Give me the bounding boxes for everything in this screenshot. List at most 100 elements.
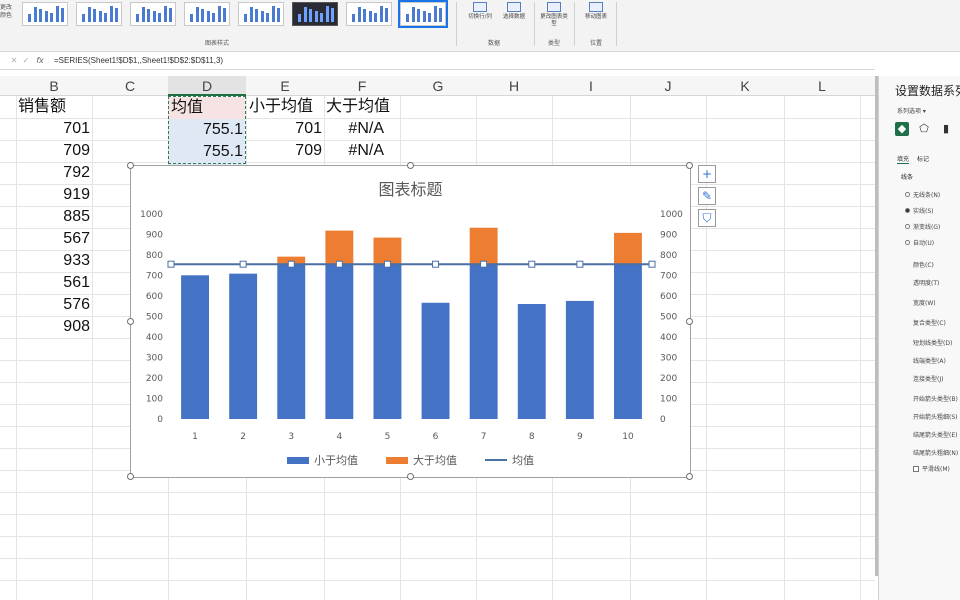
tab-marker[interactable]: 标记 [917,154,929,164]
select-data-button[interactable]: 选择数据 [500,2,528,21]
style-preview-bar [433,6,437,22]
filter-icon[interactable]: ⛉ [698,209,716,227]
cell-b4[interactable]: 792 [16,162,90,184]
series-options-icon[interactable]: ▮ [939,122,953,136]
cell-b11[interactable]: 908 [16,316,90,338]
formula-input[interactable]: =SERIES(Sheet1!$D$1,,Sheet1!$D$2:$D$11,3… [48,56,223,65]
style-preview-bar [158,13,161,22]
enter-icon[interactable]: ✓ [20,56,32,65]
begin-arrow-size-row[interactable]: 开始箭头粗细(S) [913,412,958,421]
style-preview-bar [163,6,167,22]
end-arrow-size-row[interactable]: 结尾箭头粗细(N) [913,448,958,457]
style-preview-bar [320,13,323,22]
radio-no-line[interactable]: 无线条(N) [905,190,940,199]
cell-f3[interactable]: #N/A [324,140,384,162]
chart-style-7[interactable] [346,2,392,26]
begin-arrow-type-row[interactable]: 开始箭头类型(B) [913,394,958,403]
brush-icon[interactable]: ✎ [698,187,716,205]
cancel-icon[interactable]: ✕ [8,56,20,65]
cell-b7[interactable]: 567 [16,228,90,250]
chart-style-2[interactable] [76,2,122,26]
bar-below-mean [373,264,402,419]
cell-b2[interactable]: 701 [16,118,90,140]
insert-function-icon[interactable]: fx [32,56,48,65]
radio-auto-line[interactable]: 自动(U) [905,238,934,247]
column-header-l[interactable]: L [784,76,860,96]
color-row[interactable]: 颜色(C) [913,260,934,269]
width-row[interactable]: 宽度(W) [913,298,936,307]
radio-circle [905,208,910,213]
column-header-k[interactable]: K [706,76,784,96]
radio-gradient-line[interactable]: 渐变线(G) [905,222,940,231]
chart-style-5[interactable] [238,2,284,26]
bar-above-mean [614,232,642,265]
cap-type-row[interactable]: 线端类型(A) [913,356,946,365]
cell-e1-header[interactable]: 小于均值 [249,96,325,118]
column-header-i[interactable]: I [552,76,630,96]
chart-style-3[interactable] [130,2,176,26]
series-options-dropdown[interactable]: 系列选项 ▾ [897,106,926,115]
cell-e2[interactable]: 701 [246,118,322,140]
cell-b10[interactable]: 576 [16,294,90,316]
transparency-row[interactable]: 透明度(T) [913,278,939,287]
column-header-h[interactable]: H [476,76,552,96]
line-section-header[interactable]: 线条 [901,172,913,181]
column-header-c[interactable]: C [92,76,168,96]
compound-type-row[interactable]: 复合类型(C) [913,318,946,327]
style-preview-bar [352,14,355,22]
switch-row-col-button[interactable]: 切换行/列 [466,2,494,21]
join-type-row[interactable]: 连接类型(J) [913,374,943,383]
legend-item-below[interactable]: 小于均值 [287,452,358,468]
resize-handle-tr[interactable] [686,162,693,169]
plus-icon[interactable]: + [698,165,716,183]
end-arrow-type-row[interactable]: 结尾箭头类型(E) [913,430,957,439]
fill-line-icon[interactable]: ◆ [895,122,909,136]
tab-line[interactable]: 填充 [897,154,910,164]
chart-legend[interactable]: 小于均值 大于均值 均值 [131,452,690,468]
column-header-f[interactable]: F [324,76,400,96]
chart-style-1[interactable] [22,2,68,26]
cell-b1-header[interactable]: 销售额 [18,96,92,118]
chart-style-6[interactable] [292,2,338,26]
resize-handle-tl[interactable] [127,162,134,169]
resize-handle-br[interactable] [686,473,693,480]
select-data-label: 选择数据 [502,14,525,20]
column-header-e[interactable]: E [246,76,324,96]
chart-style-4[interactable] [184,2,230,26]
resize-handle-l[interactable] [127,318,134,325]
cell-b6[interactable]: 885 [16,206,90,228]
move-chart-button[interactable]: 移动图表 [582,2,610,21]
smoothed-line-checkbox[interactable]: 平滑线(M) [913,464,950,473]
cell-f1-header[interactable]: 大于均值 [326,96,400,118]
resize-handle-bl[interactable] [127,473,134,480]
cell-b8[interactable]: 933 [16,250,90,272]
change-chart-type-button[interactable]: 更改图表类型 [540,2,568,28]
bar-below-mean [229,273,258,419]
chart-area[interactable]: 图表标题 0 100 200 300 400 500 600 700 800 900 1000 0 10… [127,162,693,480]
radio-solid-line[interactable]: 实线(S) [905,206,934,215]
chart-style-8[interactable] [398,0,448,28]
secondary-y-axis-tick-label: 700 [660,272,677,282]
chart-plot[interactable]: 0 100 200 300 400 500 600 700 800 900 1000 0 100 200 3… [131,166,692,446]
cell-e3[interactable]: 709 [246,140,322,162]
legend-swatch-below [287,456,309,464]
legend-item-mean[interactable]: 均值 [485,452,534,468]
cell-f2[interactable]: #N/A [324,118,384,140]
legend-item-above[interactable]: 大于均值 [386,452,457,468]
secondary-y-axis-tick-label: 100 [660,395,677,405]
column-header-b[interactable]: B [16,76,92,96]
resize-handle-t[interactable] [407,162,414,169]
cell-b3[interactable]: 709 [16,140,90,162]
style-preview-bar [439,8,442,22]
column-header-d[interactable]: D [168,76,246,96]
resize-handle-b[interactable] [407,473,414,480]
y-axis-tick-label: 800 [146,251,163,261]
change-colors-button[interactable]: 更改颜色 [0,0,14,36]
cell-b5[interactable]: 919 [16,184,90,206]
column-header-g[interactable]: G [400,76,476,96]
column-header-j[interactable]: J [630,76,706,96]
cell-b9[interactable]: 561 [16,272,90,294]
effects-icon[interactable]: ⬠ [917,122,931,136]
resize-handle-r[interactable] [686,318,693,325]
dash-type-row[interactable]: 短划线类型(D) [913,338,952,347]
